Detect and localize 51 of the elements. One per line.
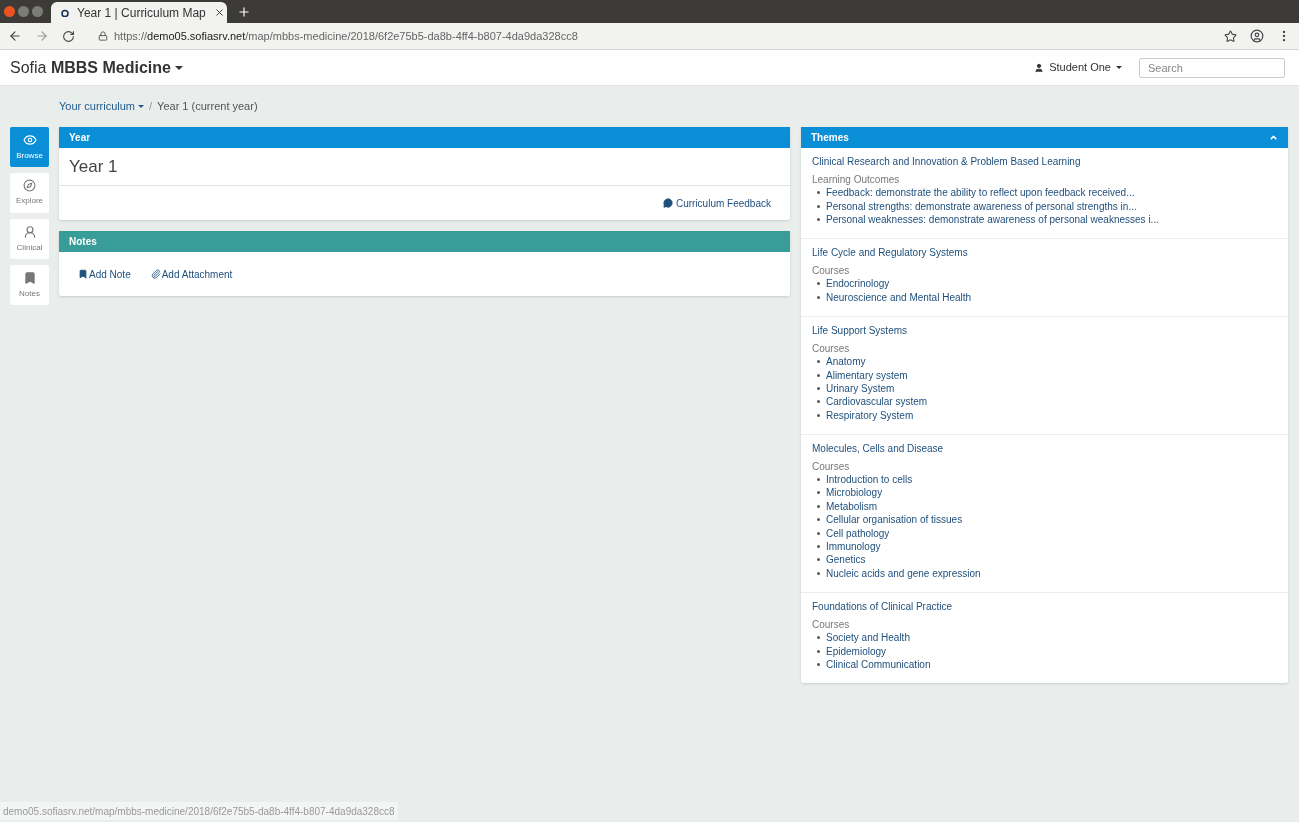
year-title: Year 1 [59,148,790,186]
course-link[interactable]: Microbiology [826,486,883,500]
course-link[interactable]: Cell pathology [826,526,890,540]
course-link[interactable]: Respiratory System [826,408,914,422]
note-action-link[interactable]: Add Note [78,266,131,282]
tab-title: Year 1 | Curriculum Map [77,4,206,22]
course-link[interactable]: Urinary System [826,381,895,395]
course-link[interactable]: Anatomy [826,355,866,369]
course-link[interactable]: Clinical Communication [826,658,931,671]
panel-header: Themes [801,127,1288,148]
course-link[interactable]: Introduction to cells [826,473,913,487]
course-link[interactable]: Metabolism [826,499,878,513]
breadcrumb-separator: / [149,99,153,115]
course-link[interactable]: Neuroscience and Mental Health [826,290,972,304]
browser-tab[interactable]: Year 1 | Curriculum Map [51,2,227,23]
course-link[interactable]: Feedback: demonstrate the ability to reflect upon feedback received... [826,186,1135,200]
panel-header: Notes [59,231,790,252]
group-label: Learning Outcomes [812,173,901,186]
course-link[interactable]: Alimentary system [826,368,908,382]
sidebar-item[interactable]: Browse [10,127,49,167]
panel-header: Year [59,127,790,148]
theme-link[interactable]: Life Cycle and Regulatory Systems [812,246,1277,260]
theme-link[interactable]: Life Support Systems [812,323,1277,337]
sidebar-item[interactable]: Clinical [10,219,49,259]
user-menu[interactable]: Student One [1034,59,1122,76]
course-link[interactable]: Personal weaknesses: demonstrate awareness of personal weaknesses i... [826,212,1159,226]
sidebar-item[interactable]: Explore [10,173,49,213]
feedback-link[interactable]: Curriculum Feedback [662,195,771,211]
group-label: Courses [812,459,851,473]
course-link[interactable]: Personal strengths: demonstrate awareness of personal strengths in... [826,199,1137,213]
course-link[interactable]: Society and Health [826,631,910,645]
sidebar-item[interactable]: Notes [10,265,49,305]
course-link[interactable]: Nucleic acids and gene expression [826,566,981,580]
note-action-link[interactable]: Add Attachment [150,266,233,282]
group-label: Courses [812,264,851,278]
status-bubble: demo05.sofiasrv.net/map/mbbs-medicine/2018/6f2e75b5-da8b-4ff4-b807-4da9da328cc8 [0,802,398,820]
course-link[interactable]: Cardiovascular system [826,395,928,409]
course-link[interactable]: Endocrinology [826,277,890,291]
group-label: Courses [812,341,851,355]
theme-link[interactable]: Clinical Research and Innovation & Problem Based Learning [812,155,1277,168]
theme-link[interactable]: Molecules, Cells and Disease [812,441,1277,455]
course-link[interactable]: Cellular organisation of tissues [826,513,963,527]
search-field[interactable]: Search [1139,57,1285,78]
course-link[interactable]: Immunology [826,540,881,554]
brand-menu[interactable]: Sofia MBBS Medicine [10,55,183,80]
theme-link[interactable]: Foundations of Clinical Practice [812,600,1277,614]
group-label: Courses [812,618,851,632]
breadcrumb-current: Year 1 (current year) [157,99,258,115]
course-link[interactable]: Genetics [826,553,866,567]
breadcrumb-link[interactable]: Your curriculum [59,98,144,115]
course-link[interactable]: Epidemiology [826,644,887,658]
